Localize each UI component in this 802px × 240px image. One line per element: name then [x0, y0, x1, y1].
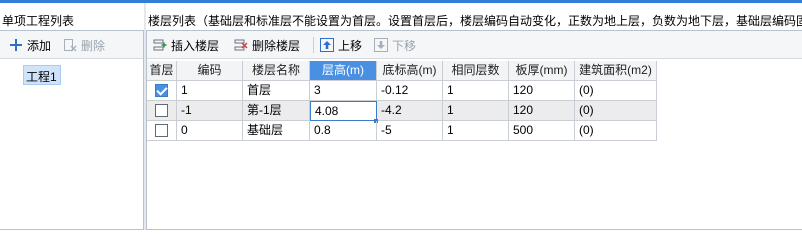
- tree-item-label: 工程1: [26, 70, 57, 84]
- slab-thickness-cell[interactable]: 120: [509, 101, 575, 121]
- add-project-label: 添加: [27, 38, 52, 53]
- insert-row-icon: [153, 38, 167, 52]
- floor-name-cell[interactable]: 首层: [243, 81, 310, 101]
- same-floors-cell[interactable]: 1: [443, 81, 509, 101]
- insert-floor-label: 插入楼层: [171, 38, 220, 53]
- first-floor-checkbox[interactable]: [155, 124, 168, 137]
- floor-height-cell[interactable]: 0.8: [310, 121, 377, 141]
- move-down-button[interactable]: 下移: [374, 36, 416, 54]
- toolbar-separator: [313, 37, 314, 53]
- plus-icon: [9, 38, 23, 52]
- code-cell[interactable]: 0: [177, 121, 243, 141]
- first-floor-cell: [147, 101, 177, 121]
- same-floors-cell[interactable]: 1: [443, 121, 509, 141]
- delete-row-icon: [234, 38, 248, 52]
- slab-thickness-cell[interactable]: 120: [509, 81, 575, 101]
- same-floors-cell[interactable]: 1: [443, 101, 509, 121]
- col-header-same-floors[interactable]: 相同层数: [443, 61, 509, 81]
- delete-project-label: 删除: [81, 38, 106, 53]
- first-floor-cell: [147, 81, 177, 101]
- first-floor-checkbox[interactable]: [155, 104, 168, 117]
- project-list-title: 单项工程列表: [2, 14, 75, 28]
- building-area-cell: (0): [575, 121, 657, 141]
- floor-name-cell[interactable]: 第-1层: [243, 101, 310, 121]
- col-header-floor-height[interactable]: 层高(m): [310, 61, 377, 81]
- floor-list-panel: 楼层列表（基础层和标准层不能设置为首层。设置首层后，楼层编码自动变化，正数为地上…: [146, 3, 802, 230]
- add-project-button[interactable]: 添加: [9, 36, 51, 54]
- col-header-code[interactable]: 编码: [177, 61, 243, 81]
- slab-thickness-cell[interactable]: 500: [509, 121, 575, 141]
- move-down-label: 下移: [392, 38, 417, 53]
- col-header-first-floor[interactable]: 首层: [147, 61, 177, 81]
- first-floor-checkbox[interactable]: [155, 84, 168, 97]
- tree-item-project[interactable]: 工程1: [23, 65, 61, 85]
- move-up-label: 上移: [338, 38, 363, 53]
- building-area-cell: (0): [575, 81, 657, 101]
- bottom-elevation-cell[interactable]: -5: [377, 121, 443, 141]
- bottom-elevation-cell[interactable]: -4.2: [377, 101, 443, 121]
- bottom-elevation-cell[interactable]: -0.12: [377, 81, 443, 101]
- building-area-cell: (0): [575, 101, 657, 121]
- delete-floor-button[interactable]: 删除楼层: [234, 36, 300, 54]
- floor-height-cell-active[interactable]: 4.08: [310, 101, 377, 121]
- first-floor-cell: [147, 121, 177, 141]
- col-header-floor-name[interactable]: 楼层名称: [243, 61, 310, 81]
- floor-list-title: 楼层列表（基础层和标准层不能设置为首层。设置首层后，楼层编码自动变化，正数为地上…: [148, 14, 802, 28]
- move-up-button[interactable]: 上移: [320, 36, 362, 54]
- floor-list-toolbar: 插入楼层 删除楼层 上移 下移: [147, 31, 802, 59]
- arrow-down-icon: [374, 38, 388, 52]
- floor-height-cell[interactable]: 3: [310, 81, 377, 101]
- col-header-building-area[interactable]: 建筑面积(m2): [575, 61, 657, 81]
- project-list-toolbar: 添加 删除: [0, 31, 143, 59]
- code-cell[interactable]: 1: [177, 81, 243, 101]
- delete-document-icon: [63, 38, 77, 52]
- project-list-panel: 单项工程列表 添加 删除 工程1: [0, 3, 144, 230]
- insert-floor-button[interactable]: 插入楼层: [153, 36, 219, 54]
- delete-floor-label: 删除楼层: [252, 38, 301, 53]
- project-list-box: 添加 删除 工程1: [0, 30, 144, 230]
- col-header-slab-thickness[interactable]: 板厚(mm): [509, 61, 575, 81]
- delete-project-button[interactable]: 删除: [63, 36, 105, 54]
- floor-name-cell[interactable]: 基础层: [243, 121, 310, 141]
- arrow-up-icon: [320, 38, 334, 52]
- floor-list-box: 插入楼层 删除楼层 上移 下移 首层 编码 楼层名称 层高(m) 底标高(m) …: [146, 30, 802, 230]
- code-cell[interactable]: -1: [177, 101, 243, 121]
- col-header-bottom-elevation[interactable]: 底标高(m): [377, 61, 443, 81]
